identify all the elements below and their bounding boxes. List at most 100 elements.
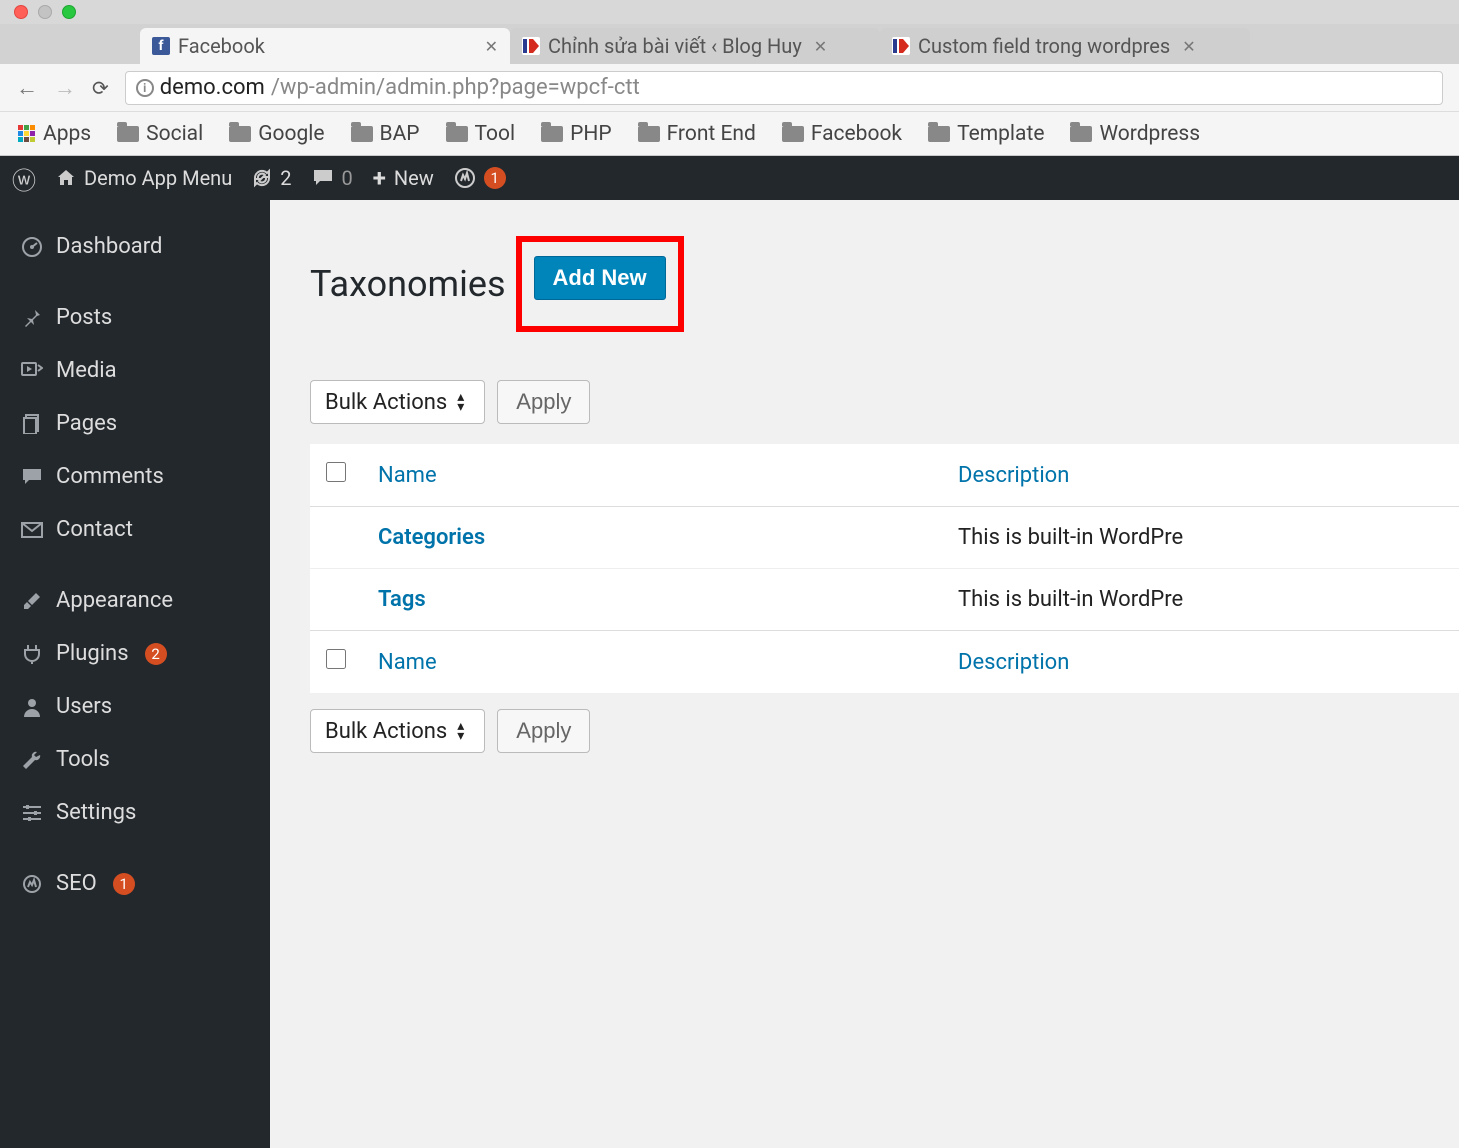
- bookmark-label: Apps: [43, 122, 91, 146]
- col-name-footer[interactable]: Name: [378, 650, 437, 675]
- bookmark-frontend[interactable]: Front End: [638, 122, 756, 146]
- folder-icon: [229, 126, 251, 142]
- taxonomies-table: Name Description Categories This is buil…: [310, 444, 1459, 693]
- mail-icon: [20, 522, 44, 538]
- wp-seo[interactable]: 1: [454, 167, 506, 189]
- tab-title: Facebook: [178, 34, 265, 58]
- mac-maximize-button[interactable]: [62, 5, 76, 19]
- reload-button[interactable]: ⟳: [92, 76, 109, 100]
- comment-icon: [312, 168, 334, 188]
- bookmark-google[interactable]: Google: [229, 122, 324, 146]
- bookmark-label: Wordpress: [1099, 122, 1200, 146]
- folder-icon: [351, 126, 373, 142]
- select-all-checkbox-bottom[interactable]: [326, 649, 346, 669]
- site-info-icon[interactable]: i: [136, 79, 154, 97]
- browser-tabs-row: f Facebook ✕ Chỉnh sửa bài viết ‹ Blog H…: [0, 24, 1459, 64]
- row-name-link[interactable]: Tags: [378, 587, 426, 612]
- menu-users[interactable]: Users: [0, 680, 270, 733]
- apply-button-bottom[interactable]: Apply: [497, 709, 590, 753]
- browser-tab-edit-post[interactable]: Chỉnh sửa bài viết ‹ Blog Huy ✕: [510, 28, 880, 64]
- bookmark-php[interactable]: PHP: [541, 122, 611, 146]
- table-row: Tags This is built-in WordPre: [310, 569, 1459, 631]
- bookmark-bap[interactable]: BAP: [351, 122, 420, 146]
- wp-site-link[interactable]: Demo App Menu: [56, 166, 232, 190]
- col-description-header[interactable]: Description: [958, 463, 1069, 488]
- bookmark-label: Template: [957, 122, 1044, 146]
- seo-badge: 1: [113, 873, 135, 895]
- browser-toolbar: ← → ⟳ i demo.com/wp-admin/admin.php?page…: [0, 64, 1459, 112]
- col-description-footer[interactable]: Description: [958, 650, 1069, 675]
- menu-label: Comments: [56, 464, 164, 489]
- add-new-button[interactable]: Add New: [534, 256, 666, 300]
- media-icon: [20, 362, 44, 380]
- menu-label: Pages: [56, 411, 117, 436]
- bookmark-label: BAP: [380, 122, 420, 146]
- bulk-actions-select-bottom[interactable]: Bulk Actions ▴▾: [310, 709, 485, 753]
- menu-label: Media: [56, 358, 117, 383]
- home-icon: [56, 168, 76, 188]
- menu-comments[interactable]: Comments: [0, 450, 270, 503]
- wp-updates[interactable]: 2: [252, 166, 291, 190]
- bookmark-label: Front End: [667, 122, 756, 146]
- browser-tab-facebook[interactable]: f Facebook ✕: [140, 28, 510, 64]
- site-icon: [522, 37, 540, 55]
- wp-comments[interactable]: 0: [312, 166, 353, 190]
- menu-dashboard[interactable]: Dashboard: [0, 220, 270, 273]
- bookmark-apps[interactable]: Apps: [18, 122, 91, 146]
- menu-label: Posts: [56, 305, 112, 330]
- wp-new[interactable]: + New: [373, 164, 434, 192]
- row-description: This is built-in WordPre: [942, 507, 1459, 569]
- new-label: New: [394, 166, 434, 190]
- wp-sidebar: Dashboard Posts Media Pages Comments Con…: [0, 200, 270, 1148]
- menu-appearance[interactable]: Appearance: [0, 574, 270, 627]
- row-name-link[interactable]: Categories: [378, 525, 485, 550]
- menu-posts[interactable]: Posts: [0, 291, 270, 344]
- url-host: demo.com: [160, 75, 265, 100]
- wp-content: Taxonomies Add New Bulk Actions ▴▾ Apply…: [270, 200, 1459, 1148]
- bookmark-label: Tool: [475, 122, 516, 146]
- site-icon: [892, 37, 910, 55]
- browser-tab-custom-field[interactable]: Custom field trong wordpres ✕: [880, 28, 1250, 64]
- bookmark-facebook[interactable]: Facebook: [782, 122, 902, 146]
- wrench-icon: [20, 750, 44, 770]
- select-all-checkbox[interactable]: [326, 462, 346, 482]
- highlight-box: Add New: [516, 236, 684, 332]
- mac-close-button[interactable]: [14, 5, 28, 19]
- menu-tools[interactable]: Tools: [0, 733, 270, 786]
- close-icon[interactable]: ✕: [485, 37, 498, 56]
- url-path: /wp-admin/admin.php?page=wpcf-ctt: [271, 75, 640, 100]
- bookmark-social[interactable]: Social: [117, 122, 203, 146]
- site-name: Demo App Menu: [84, 166, 232, 190]
- folder-icon: [117, 126, 139, 142]
- updates-count: 2: [280, 166, 291, 190]
- pin-icon: [20, 308, 44, 328]
- menu-settings[interactable]: Settings: [0, 786, 270, 839]
- menu-label: Appearance: [56, 588, 173, 613]
- comment-icon: [20, 468, 44, 486]
- folder-icon: [541, 126, 563, 142]
- bookmark-tool[interactable]: Tool: [446, 122, 516, 146]
- forward-button[interactable]: →: [54, 75, 76, 101]
- apply-button[interactable]: Apply: [497, 380, 590, 424]
- bookmark-wordpress[interactable]: Wordpress: [1070, 122, 1200, 146]
- menu-pages[interactable]: Pages: [0, 397, 270, 450]
- close-icon[interactable]: ✕: [814, 37, 827, 56]
- menu-label: Contact: [56, 517, 133, 542]
- address-bar[interactable]: i demo.com/wp-admin/admin.php?page=wpcf-…: [125, 71, 1443, 105]
- bulk-actions-label: Bulk Actions: [325, 390, 447, 415]
- menu-media[interactable]: Media: [0, 344, 270, 397]
- col-name-header[interactable]: Name: [378, 463, 437, 488]
- mac-titlebar: [0, 0, 1459, 24]
- bulk-actions-select[interactable]: Bulk Actions ▴▾: [310, 380, 485, 424]
- plus-icon: +: [373, 164, 386, 192]
- menu-contact[interactable]: Contact: [0, 503, 270, 556]
- mac-minimize-button[interactable]: [38, 5, 52, 19]
- menu-label: Plugins: [56, 641, 129, 666]
- bulk-actions-label: Bulk Actions: [325, 719, 447, 744]
- menu-seo[interactable]: SEO 1: [0, 857, 270, 910]
- back-button[interactable]: ←: [16, 75, 38, 101]
- bookmark-template[interactable]: Template: [928, 122, 1044, 146]
- menu-plugins[interactable]: Plugins 2: [0, 627, 270, 680]
- close-icon[interactable]: ✕: [1182, 37, 1195, 56]
- wp-logo[interactable]: ⓦ: [12, 161, 36, 196]
